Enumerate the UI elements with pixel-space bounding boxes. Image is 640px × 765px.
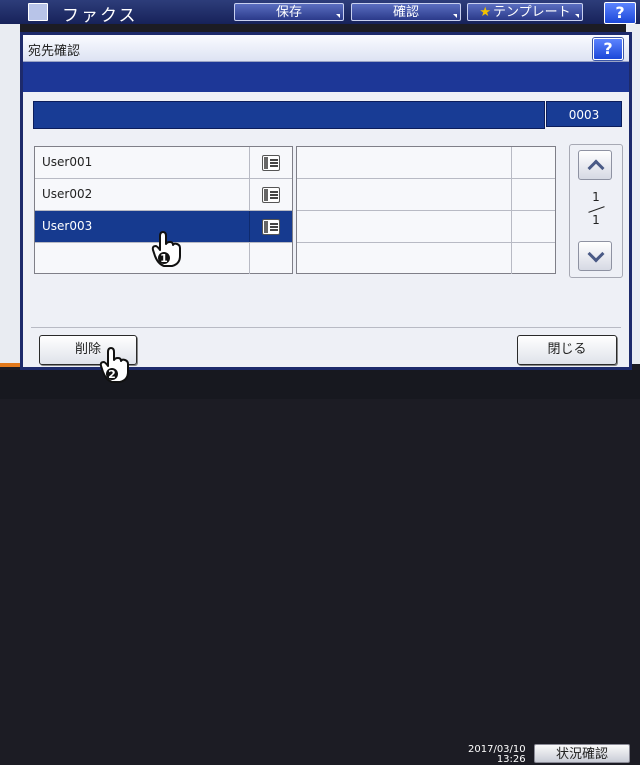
confirm-button[interactable]: 確認 — [351, 3, 461, 21]
background-header: ファクス 保存 確認 ★ テンプレート ? — [0, 0, 640, 26]
step-number: 1 — [160, 252, 168, 265]
destination-type-cell — [249, 147, 293, 178]
confirm-button-label: 確認 — [392, 5, 419, 20]
tap-hand-icon-step-1: 1 — [151, 231, 181, 267]
list-item[interactable] — [297, 179, 555, 211]
page-separator — [588, 206, 605, 213]
destination-type-cell — [249, 179, 293, 210]
job-status-button[interactable]: 状況確認 — [534, 744, 630, 763]
destination-type-cell — [511, 147, 556, 178]
template-button[interactable]: ★ テンプレート — [467, 3, 583, 21]
fax-app-icon — [28, 3, 48, 21]
destination-type-cell — [511, 211, 556, 242]
background-panel-left — [0, 24, 20, 364]
destination-type-cell — [249, 211, 293, 242]
list-item[interactable]: User002 — [35, 179, 292, 211]
destination-type-cell — [511, 179, 556, 210]
time-text: 13:26 — [496, 754, 526, 765]
dialog-title: 宛先確認 — [28, 44, 81, 59]
current-page: 1 — [592, 190, 600, 204]
total-pages: 1 — [592, 213, 600, 227]
help-button[interactable]: ? — [604, 2, 636, 24]
footer-divider — [31, 327, 621, 328]
save-button-label: 保存 — [275, 5, 302, 20]
dialog-help-button[interactable]: ? — [593, 38, 623, 60]
date-text: 2017/03/10 — [468, 744, 526, 755]
list-item[interactable] — [297, 147, 555, 179]
pagination-control: 1 1 — [569, 144, 623, 278]
star-icon: ★ — [479, 5, 492, 20]
fax-icon — [262, 155, 280, 171]
destination-list-right — [296, 146, 556, 274]
list-item[interactable] — [297, 243, 555, 275]
tap-hand-icon-step-2: 2 — [99, 347, 129, 383]
dialog-header-band — [23, 62, 629, 92]
list-item[interactable]: User001 — [35, 147, 292, 179]
fax-icon — [262, 219, 280, 235]
destination-name: User003 — [42, 219, 93, 233]
status-bar: 2017/03/10 13:26 状況確認 — [0, 370, 640, 765]
close-button[interactable]: 閉じる — [517, 335, 617, 365]
destination-type-cell — [511, 243, 556, 274]
destination-type-cell — [249, 243, 293, 274]
destination-bar — [33, 101, 545, 129]
scroll-down-button[interactable] — [578, 241, 612, 271]
datetime-display: 2017/03/10 13:26 — [468, 745, 526, 765]
destination-confirm-dialog: 宛先確認 ? 0003 User001 User002 User003 1 1 … — [20, 32, 632, 370]
scroll-up-button[interactable] — [578, 150, 612, 180]
save-button[interactable]: 保存 — [234, 3, 344, 21]
fax-icon — [262, 187, 280, 203]
app-title: ファクス — [62, 6, 138, 26]
destination-name: User001 — [42, 155, 93, 169]
dialog-titlebar: 宛先確認 ? — [23, 35, 629, 62]
destination-name: User002 — [42, 187, 93, 201]
dropdown-arrow-icon — [575, 14, 579, 18]
dropdown-arrow-icon — [336, 14, 340, 18]
template-button-label: テンプレート — [493, 5, 571, 20]
list-item[interactable] — [297, 211, 555, 243]
step-number: 2 — [108, 368, 116, 381]
destination-count: 0003 — [546, 101, 622, 127]
dropdown-arrow-icon — [453, 14, 457, 18]
